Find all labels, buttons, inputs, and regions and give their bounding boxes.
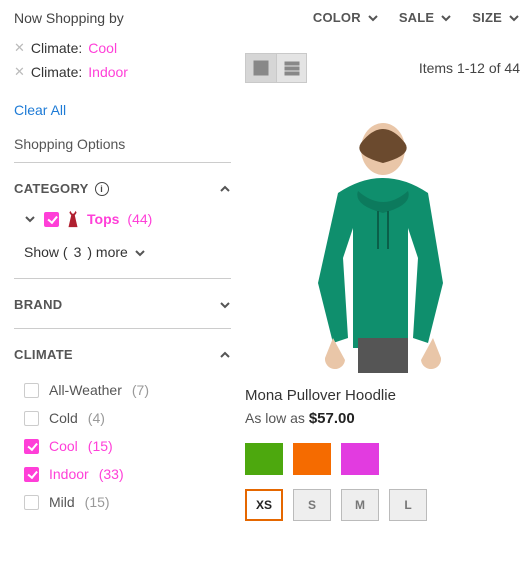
checkbox[interactable] xyxy=(24,383,39,398)
clear-all-link[interactable]: Clear All xyxy=(14,102,66,118)
facet-option[interactable]: All-Weather (7) xyxy=(24,376,231,404)
chevron-down-icon xyxy=(508,12,520,24)
facet-option-list: All-Weather (7)Cold (4)Cool (15)Indoor (… xyxy=(14,372,231,520)
size-option[interactable]: L xyxy=(389,489,427,521)
item-count: Items 1-12 of 44 xyxy=(419,60,520,76)
view-toggle xyxy=(245,53,307,83)
active-filter: ✕ Climate: Cool xyxy=(14,40,231,56)
facet-option-count: (15) xyxy=(85,494,110,510)
filter-sidebar: Now Shopping by ✕ Climate: Cool ✕ Climat… xyxy=(0,0,245,531)
facet-header-category[interactable]: CATEGORY i xyxy=(14,169,231,206)
product-listing: COLOR SALE SIZE xyxy=(245,0,532,531)
now-shopping-title: Now Shopping by xyxy=(14,10,231,26)
facet-label-text: CATEGORY xyxy=(14,181,89,196)
size-option[interactable]: S xyxy=(293,489,331,521)
color-swatches xyxy=(245,443,520,475)
filter-key: Climate: xyxy=(31,64,82,80)
facet-option[interactable]: Cool (15) xyxy=(24,432,231,460)
sort-toolbar: COLOR SALE SIZE xyxy=(245,10,520,25)
sort-color[interactable]: COLOR xyxy=(313,10,379,25)
checkbox[interactable] xyxy=(44,212,59,227)
price-pre: As low as xyxy=(245,410,309,426)
filter-value: Indoor xyxy=(88,64,128,80)
color-swatch[interactable] xyxy=(245,443,283,475)
product-image[interactable] xyxy=(278,113,488,373)
facet-label: BRAND xyxy=(14,297,62,312)
size-option[interactable]: M xyxy=(341,489,379,521)
chevron-down-icon xyxy=(134,246,146,258)
product-name: Mona Pullover Hoodlie xyxy=(245,387,520,404)
show-more-n: 3 xyxy=(74,244,82,260)
list-view-button[interactable] xyxy=(276,54,306,82)
divider xyxy=(14,328,231,329)
checkbox[interactable] xyxy=(24,495,39,510)
facet-header-climate[interactable]: CLIMATE xyxy=(14,335,231,372)
active-filter: ✕ Climate: Indoor xyxy=(14,64,231,80)
facet-label: CLIMATE xyxy=(14,347,73,362)
chevron-down-icon xyxy=(219,299,231,311)
size-option[interactable]: XS xyxy=(245,489,283,521)
color-swatch[interactable] xyxy=(341,443,379,475)
color-swatch[interactable] xyxy=(293,443,331,475)
show-more-button[interactable]: Show ( 3 ) more xyxy=(14,238,231,272)
chevron-up-icon xyxy=(219,349,231,361)
facet-option-label: Indoor xyxy=(49,466,89,482)
facet-label: CATEGORY i xyxy=(14,181,109,196)
sort-label: SALE xyxy=(399,10,434,25)
product-price: As low as $57.00 xyxy=(245,410,520,427)
category-item[interactable]: Tops (44) xyxy=(14,206,231,238)
close-icon[interactable]: ✕ xyxy=(14,40,25,56)
checkbox[interactable] xyxy=(24,439,39,454)
facet-header-brand[interactable]: BRAND xyxy=(14,285,231,322)
count-total: 44 xyxy=(504,60,520,76)
facet-option-count: (15) xyxy=(88,438,113,454)
facet-option-count: (4) xyxy=(88,410,105,426)
show-more-post: ) more xyxy=(87,244,127,260)
facet-option-label: Cool xyxy=(49,438,78,454)
price-value: $57.00 xyxy=(309,410,355,427)
category-count: (44) xyxy=(127,211,152,227)
info-icon[interactable]: i xyxy=(95,182,109,196)
list-icon xyxy=(284,60,300,76)
chevron-up-icon xyxy=(219,183,231,195)
facet-option-count: (7) xyxy=(132,382,149,398)
product-card[interactable]: Mona Pullover Hoodlie As low as $57.00 X… xyxy=(245,113,520,521)
checkbox[interactable] xyxy=(24,467,39,482)
facet-option[interactable]: Mild (15) xyxy=(24,488,231,516)
checkbox[interactable] xyxy=(24,411,39,426)
facet-option[interactable]: Indoor (33) xyxy=(24,460,231,488)
chevron-down-icon xyxy=(440,12,452,24)
facet-option[interactable]: Cold (4) xyxy=(24,404,231,432)
filter-value: Cool xyxy=(88,40,117,56)
size-options: XS SML xyxy=(245,489,520,521)
facet-option-count: (33) xyxy=(99,466,124,482)
divider xyxy=(14,278,231,279)
filter-key: Climate: xyxy=(31,40,82,56)
category-name: Tops xyxy=(87,211,119,227)
show-more-pre: Show ( xyxy=(24,244,68,260)
close-icon[interactable]: ✕ xyxy=(14,64,25,80)
sort-size[interactable]: SIZE xyxy=(472,10,520,25)
sort-label: COLOR xyxy=(313,10,361,25)
facet-option-label: All-Weather xyxy=(49,382,122,398)
divider xyxy=(14,162,231,163)
facet-option-label: Mild xyxy=(49,494,75,510)
grid-view-button[interactable] xyxy=(246,54,276,82)
facet-option-label: Cold xyxy=(49,410,78,426)
sort-sale[interactable]: SALE xyxy=(399,10,452,25)
view-row: Items 1-12 of 44 xyxy=(245,53,520,83)
sort-label: SIZE xyxy=(472,10,502,25)
grid-icon xyxy=(253,60,269,76)
count-pre: Items 1-12 of xyxy=(419,60,505,76)
chevron-down-icon xyxy=(24,213,36,225)
shopping-options-title: Shopping Options xyxy=(14,136,231,152)
chevron-down-icon xyxy=(367,12,379,24)
dress-icon xyxy=(67,210,79,228)
